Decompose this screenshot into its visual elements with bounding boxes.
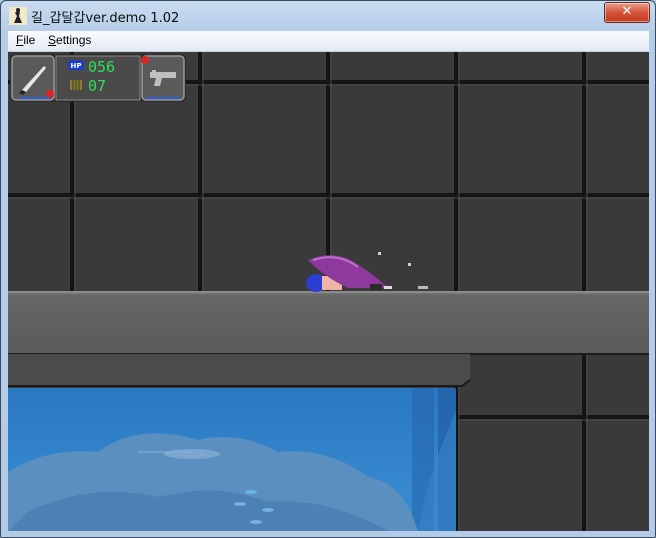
fish-silhouette xyxy=(164,449,220,459)
close-button[interactable]: ✕ xyxy=(604,2,650,23)
menu-bar: File Settings xyxy=(8,31,649,52)
game-viewport[interactable]: HP 056 07 xyxy=(8,52,649,531)
close-icon: ✕ xyxy=(621,4,633,19)
ammo-icon xyxy=(70,80,82,90)
ammo-value: 07 xyxy=(88,77,106,95)
title-bar[interactable]: 길_갑달갑ver.demo 1.02 ✕ xyxy=(1,1,655,31)
game-scene xyxy=(8,52,649,531)
window-title: 길_갑달갑ver.demo 1.02 xyxy=(31,11,180,26)
menu-settings[interactable]: Settings xyxy=(48,33,91,47)
client-area: File Settings HP 056 07 xyxy=(8,31,649,531)
app-window: 길_갑달갑ver.demo 1.02 ✕ File Settings HP 05… xyxy=(0,0,656,538)
hp-badge: HP xyxy=(71,62,82,70)
hp-value: 056 xyxy=(88,58,115,76)
app-icon xyxy=(9,7,27,25)
menu-file[interactable]: File xyxy=(16,33,35,47)
water-tank xyxy=(8,388,456,531)
hud-panel: HP 056 07 xyxy=(10,54,186,102)
